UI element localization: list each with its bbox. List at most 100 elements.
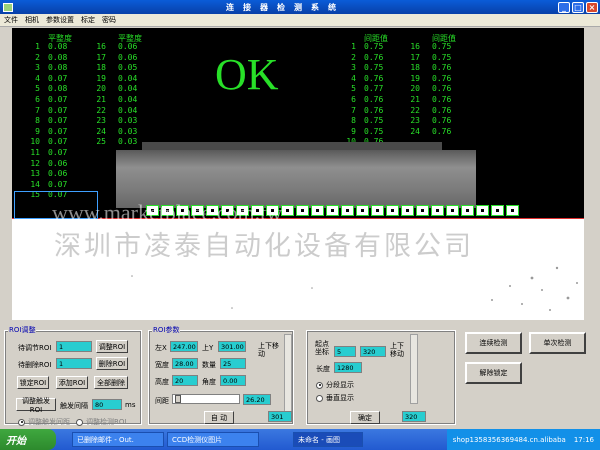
flatness-value-col2: 0.06 0.06 0.05 0.04 0.04 0.04 0.04 0.03 …	[118, 42, 138, 147]
camera-view: 平整度 平整度 1 2 3 4 5 6 7 8 9 10 11 12 13 14…	[12, 28, 584, 320]
count-field[interactable]: 25	[220, 358, 246, 369]
lock-roi-button[interactable]: 锁定ROI	[17, 376, 49, 389]
maximize-button[interactable]: □	[572, 1, 584, 13]
taskbar-item-mail[interactable]: 已删除邮件 - Out.	[72, 432, 164, 447]
clock: 17:16	[573, 435, 594, 444]
detection-roi-box[interactable]	[341, 205, 354, 216]
menu-password[interactable]: 密码	[102, 15, 116, 25]
system-tray: shop1358356369484.cn.alibaba 17:16	[446, 429, 600, 450]
detection-roi-box[interactable]	[326, 205, 339, 216]
length-label: 长度	[316, 365, 330, 373]
left-x-label: 左X	[155, 344, 167, 352]
detection-roi-box[interactable]	[506, 205, 519, 216]
move-updown-label: 上下移动	[258, 342, 279, 358]
spacing-field[interactable]: 26.20	[243, 394, 271, 405]
start-x-field[interactable]: 5	[334, 346, 356, 357]
trigger-interval-label: 触发间隔	[60, 402, 88, 410]
radio-indicator	[316, 394, 323, 402]
detection-roi-box[interactable]	[296, 205, 309, 216]
roi-adjust-label: ROI调整	[8, 325, 37, 335]
start-label: 开始	[6, 436, 26, 447]
angle-field[interactable]: 0.00	[220, 375, 246, 386]
single-detect-button[interactable]: 单次检测	[529, 332, 586, 354]
spacing-slider[interactable]	[172, 394, 240, 404]
radio-adjust-detect-roi[interactable]: 调整检测ROI	[76, 417, 126, 427]
menu-camera[interactable]: 相机	[25, 15, 39, 25]
confirm-button[interactable]: 确定	[350, 411, 380, 424]
coord-scrollbar[interactable]	[410, 334, 418, 404]
minimize-button[interactable]: _	[558, 1, 570, 13]
spacing-value-col2: 0.75 0.75 0.76 0.76 0.76 0.76 0.76 0.76 …	[432, 42, 452, 136]
unlock-button[interactable]: 解除锁定	[465, 362, 522, 384]
flatness-index-col2: 16 17 18 19 20 21 22 23 24 25	[96, 42, 106, 147]
detection-roi-box[interactable]	[476, 205, 489, 216]
radio-indicator	[316, 381, 323, 389]
detection-roi-box[interactable]	[281, 205, 294, 216]
auto-button[interactable]: 自 动	[204, 411, 234, 424]
pending-delete-label: 待删除ROI	[18, 361, 52, 369]
roi-params-label: ROI参数	[152, 325, 181, 335]
detection-roi-box[interactable]	[401, 205, 414, 216]
length-field[interactable]: 1280	[334, 362, 362, 373]
watermark-company: 深圳市凌泰自动化设备有限公司	[54, 231, 474, 262]
add-roi-button[interactable]: 添加ROI	[56, 376, 88, 389]
taskbar-item-ccd[interactable]: CCD检测仪图片	[167, 432, 259, 447]
pending-adjust-field[interactable]: 1	[56, 341, 92, 352]
width-label: 宽度	[155, 361, 169, 369]
radio-indicator	[76, 418, 83, 426]
radio-indicator	[18, 418, 25, 426]
close-button[interactable]: ×	[586, 1, 598, 13]
detection-roi-box[interactable]	[356, 205, 369, 216]
radio-vertical-display[interactable]: 垂直显示	[316, 393, 354, 403]
menu-param-settings[interactable]: 参数设置	[46, 15, 74, 25]
detection-roi-box[interactable]	[461, 205, 474, 216]
taskbar: 开始 已删除邮件 - Out. CCD检测仪图片 未命名 - 画图 shop13…	[0, 429, 600, 450]
app-icon	[3, 2, 13, 12]
menu-bar: 文件 相机 参数设置 标定 密码	[0, 14, 600, 27]
start-coord-label: 起点坐标	[315, 340, 329, 356]
flatness-value-col1: 0.08 0.08 0.08 0.07 0.08 0.07 0.07 0.07 …	[48, 42, 68, 200]
detection-roi-box[interactable]	[371, 205, 384, 216]
left-x-field[interactable]: 247.00	[170, 341, 198, 352]
roi-extra-field[interactable]: 301	[268, 411, 292, 422]
continuous-detect-button[interactable]: 连续检测	[465, 332, 522, 354]
window-title: 连接器检测系统	[226, 2, 345, 12]
title-bar: 连接器检测系统 _ □ ×	[0, 0, 600, 14]
coord-extra-field[interactable]: 320	[402, 411, 426, 422]
detection-roi-box[interactable]	[446, 205, 459, 216]
detection-roi-box[interactable]	[311, 205, 324, 216]
angle-label: 角度	[202, 378, 216, 386]
detection-roi-box[interactable]	[431, 205, 444, 216]
top-y-label: 上Y	[202, 344, 214, 352]
detection-roi-box[interactable]	[491, 205, 504, 216]
pending-adjust-label: 待调节ROI	[18, 344, 52, 352]
slider-thumb[interactable]	[175, 395, 181, 403]
delete-all-button[interactable]: 全部删除	[94, 376, 128, 389]
control-panel: ROI调整 待调节ROI 1 调整ROI 待删除ROI 1 删除ROI 锁定RO…	[0, 322, 600, 429]
detection-roi-box[interactable]	[386, 205, 399, 216]
pending-delete-field[interactable]: 1	[56, 358, 92, 369]
count-label: 数量	[202, 361, 216, 369]
start-y-field[interactable]: 320	[360, 346, 386, 357]
watermark-url: www.marketplace.com.tw	[52, 200, 283, 225]
adjust-trigger-roi-button[interactable]: 调整触发ROI	[16, 397, 56, 414]
width-field[interactable]: 28.00	[172, 358, 198, 369]
start-button[interactable]: 开始	[0, 429, 56, 450]
radio-adjust-trigger-spacing[interactable]: 调整触发间距	[18, 417, 70, 427]
coord-move-label: 上下移动	[390, 342, 404, 358]
delete-roi-button[interactable]: 删除ROI	[96, 357, 128, 370]
menu-file[interactable]: 文件	[4, 15, 18, 25]
adjust-roi-button[interactable]: 调整ROI	[96, 340, 128, 353]
roi-params-scrollbar[interactable]	[284, 334, 292, 414]
spacing-index-col2: 16 17 18 19 20 21 22 23 24	[410, 42, 420, 136]
detection-roi-box[interactable]	[416, 205, 429, 216]
menu-calibrate[interactable]: 标定	[81, 15, 95, 25]
trigger-interval-unit: ms	[125, 401, 136, 409]
height-field[interactable]: 20	[172, 375, 198, 386]
trigger-interval-field[interactable]: 80	[92, 399, 122, 410]
result-ok-text: OK	[215, 50, 279, 99]
top-y-field[interactable]: 301.00	[218, 341, 246, 352]
radio-split-display[interactable]: 分段显示	[316, 380, 354, 390]
taskbar-item-paint[interactable]: 未命名 - 画图	[293, 432, 363, 447]
tray-text: shop1358356369484.cn.alibaba	[452, 435, 566, 444]
